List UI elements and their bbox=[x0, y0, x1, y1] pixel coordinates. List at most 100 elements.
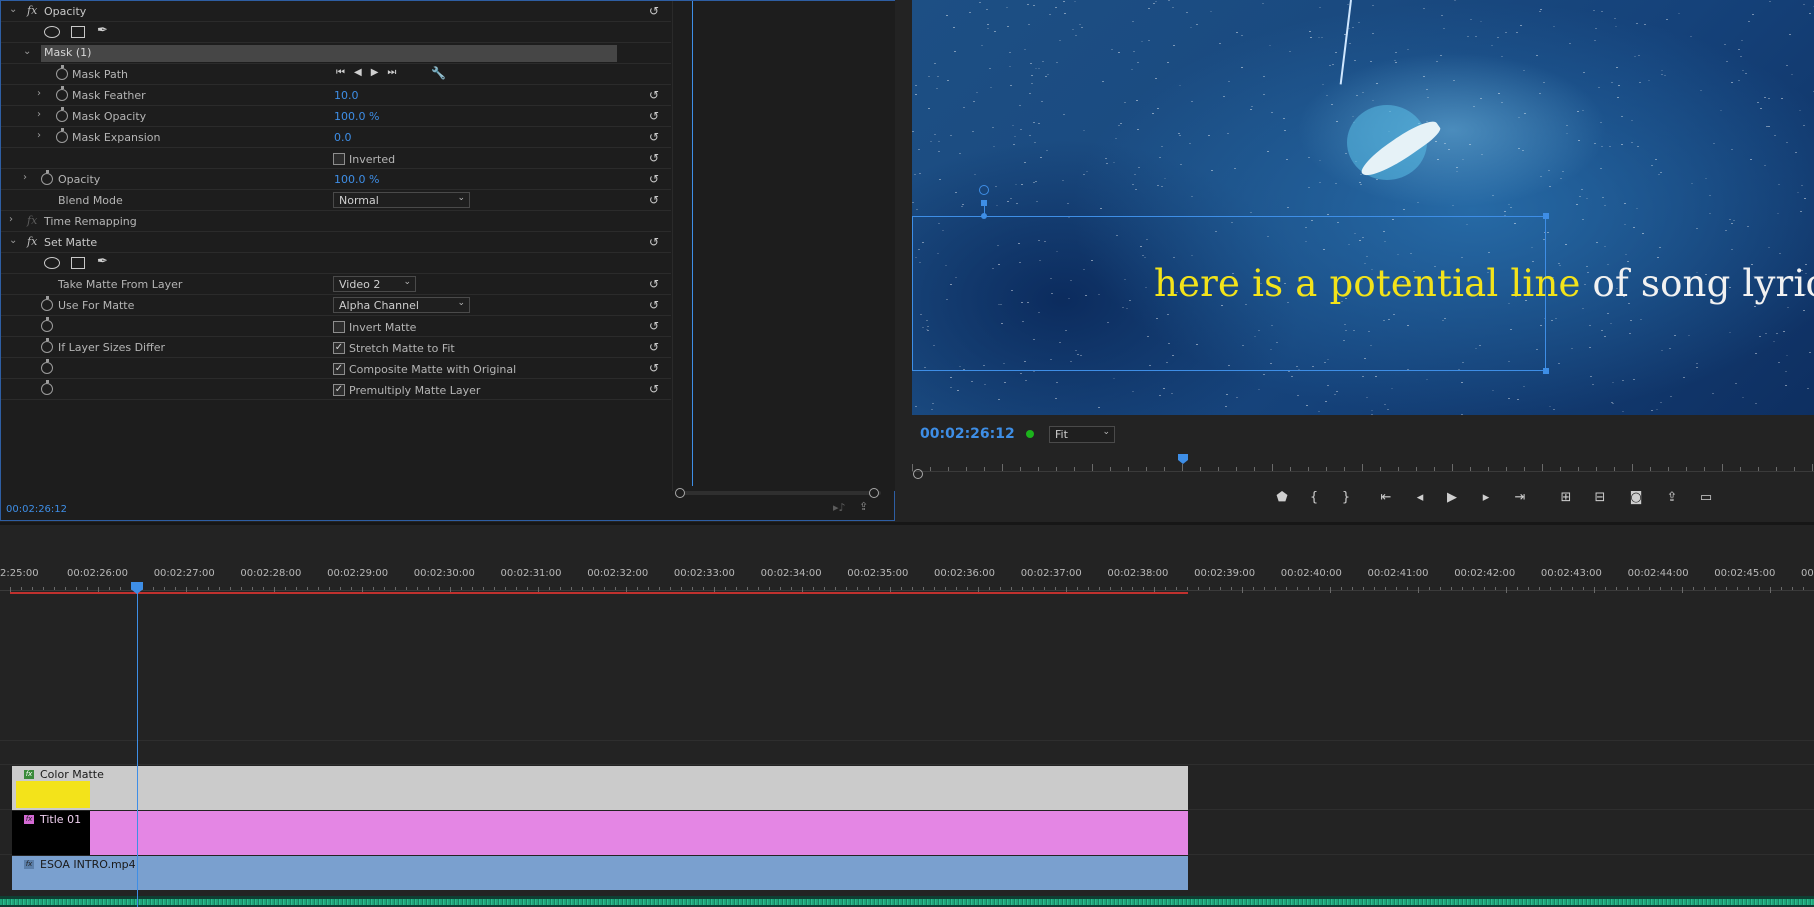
stopwatch-icon[interactable] bbox=[56, 128, 68, 143]
stopwatch-icon[interactable] bbox=[41, 170, 53, 185]
water-speck bbox=[1650, 165, 1653, 167]
mask-vertex-handle[interactable] bbox=[1543, 213, 1549, 219]
comparison-view-button[interactable]: ▭ bbox=[1696, 490, 1716, 505]
opacity-section-row[interactable]: ⌄ fx Opacity ↺ bbox=[1, 1, 671, 22]
add-marker-button[interactable]: ⬟ bbox=[1272, 490, 1292, 505]
chevron-right-icon[interactable]: › bbox=[37, 130, 41, 141]
fx-icon[interactable]: fx bbox=[27, 235, 37, 248]
opacity-value[interactable]: 100.0 % bbox=[334, 173, 379, 186]
invert-matte-checkbox[interactable] bbox=[333, 321, 345, 333]
mask-rotation-handle[interactable] bbox=[979, 185, 989, 195]
program-timecode[interactable]: 00:02:26:12 bbox=[920, 426, 1015, 442]
export-frame-button[interactable]: ⇪ bbox=[1662, 490, 1682, 505]
program-zoom-handle[interactable] bbox=[913, 469, 923, 479]
reset-icon[interactable]: ↺ bbox=[649, 4, 663, 18]
set-matte-row[interactable]: ⌄ fx Set Matte ↺ bbox=[1, 232, 671, 253]
inverted-checkbox[interactable] bbox=[333, 153, 345, 165]
reset-icon[interactable]: ↺ bbox=[649, 382, 663, 396]
mask-vertex-handle[interactable] bbox=[1543, 368, 1549, 374]
reset-icon[interactable]: ↺ bbox=[649, 109, 663, 123]
mask-name[interactable]: Mask (1) bbox=[44, 46, 91, 59]
mask-opacity-value[interactable]: 100.0 % bbox=[334, 110, 379, 123]
audio-track[interactable] bbox=[0, 896, 1814, 907]
mask-row[interactable]: ⌄ Mask (1) bbox=[1, 43, 671, 64]
rectangle-mask-icon[interactable] bbox=[71, 26, 85, 38]
reset-icon[interactable]: ↺ bbox=[649, 130, 663, 144]
scroll-handle-left[interactable] bbox=[675, 488, 685, 498]
mask-vertex-handle[interactable] bbox=[981, 200, 987, 206]
composite-matte-checkbox[interactable]: ✓ bbox=[333, 363, 345, 375]
play-button[interactable]: ▶ bbox=[1442, 490, 1462, 505]
reset-icon[interactable]: ↺ bbox=[649, 193, 663, 207]
use-for-matte-dropdown[interactable]: Alpha Channel ⌄ bbox=[333, 297, 470, 313]
chevron-right-icon[interactable]: › bbox=[37, 109, 41, 120]
play-audio-icon[interactable]: ▸♪ bbox=[833, 501, 846, 514]
mark-out-button[interactable]: } bbox=[1336, 490, 1356, 505]
lift-button[interactable]: ⊞ bbox=[1556, 490, 1576, 505]
water-speck bbox=[960, 206, 963, 208]
work-area-bar[interactable] bbox=[10, 592, 1188, 594]
mask-expansion-value[interactable]: 0.0 bbox=[334, 131, 352, 144]
export-icon[interactable]: ⇪ bbox=[859, 500, 868, 513]
scroll-handle-right[interactable] bbox=[869, 488, 879, 498]
pen-mask-icon[interactable]: ✒ bbox=[97, 23, 108, 38]
program-video-frame[interactable]: here is a potential line of song lyrics bbox=[912, 0, 1814, 415]
mask-feather-value[interactable]: 10.0 bbox=[334, 89, 359, 102]
program-ruler[interactable] bbox=[912, 460, 1814, 472]
stopwatch-icon[interactable] bbox=[41, 380, 53, 395]
stopwatch-icon[interactable] bbox=[41, 338, 53, 353]
reset-icon[interactable]: ↺ bbox=[649, 319, 663, 333]
rectangle-mask-icon[interactable] bbox=[71, 257, 85, 269]
chevron-down-icon[interactable]: ⌄ bbox=[23, 46, 31, 57]
clip-color-matte[interactable]: fx Color Matte bbox=[12, 766, 1188, 810]
time-remapping-row[interactable]: › fx Time Remapping bbox=[1, 211, 671, 232]
go-to-in-button[interactable]: ⇤ bbox=[1376, 490, 1396, 505]
chevron-down-icon[interactable]: ⌄ bbox=[9, 235, 17, 246]
reset-icon[interactable]: ↺ bbox=[649, 172, 663, 186]
take-matte-dropdown[interactable]: Video 2 ⌄ bbox=[333, 276, 416, 292]
stopwatch-icon[interactable] bbox=[41, 317, 53, 332]
water-speck bbox=[1159, 156, 1162, 158]
reset-icon[interactable]: ↺ bbox=[649, 340, 663, 354]
fx-icon[interactable]: fx bbox=[27, 4, 37, 17]
chevron-right-icon[interactable]: › bbox=[23, 172, 27, 183]
wrench-icon[interactable]: 🔧 bbox=[431, 66, 446, 80]
stopwatch-icon[interactable] bbox=[56, 65, 68, 80]
ellipse-mask-icon[interactable] bbox=[44, 26, 60, 38]
reset-icon[interactable]: ↺ bbox=[649, 277, 663, 291]
camera-icon[interactable]: ◙ bbox=[1626, 490, 1646, 505]
clip-title[interactable]: fx Title 01 bbox=[12, 811, 1188, 855]
extract-button[interactable]: ⊟ bbox=[1590, 490, 1610, 505]
pen-mask-icon[interactable]: ✒ bbox=[97, 254, 108, 269]
fit-dropdown[interactable]: Fit ⌄ bbox=[1049, 426, 1115, 443]
mark-in-button[interactable]: { bbox=[1304, 490, 1324, 505]
go-to-out-button[interactable]: ⇥ bbox=[1510, 490, 1530, 505]
reset-icon[interactable]: ↺ bbox=[649, 88, 663, 102]
reset-icon[interactable]: ↺ bbox=[649, 235, 663, 249]
stopwatch-icon[interactable] bbox=[56, 86, 68, 101]
stopwatch-icon[interactable] bbox=[56, 107, 68, 122]
lyric-text[interactable]: here is a potential line of song lyrics bbox=[1154, 262, 1814, 305]
premultiply-checkbox[interactable]: ✓ bbox=[333, 384, 345, 396]
effect-controls-timeline[interactable]: ▸♪ ⇪ bbox=[672, 1, 895, 514]
stretch-matte-checkbox[interactable]: ✓ bbox=[333, 342, 345, 354]
reset-icon[interactable]: ↺ bbox=[649, 298, 663, 312]
mask-vertex-handle[interactable] bbox=[981, 213, 987, 219]
chevron-right-icon[interactable]: › bbox=[37, 88, 41, 99]
reset-icon[interactable]: ↺ bbox=[649, 361, 663, 375]
step-forward-button[interactable]: ▸ bbox=[1476, 490, 1496, 505]
clip-video[interactable]: fx ESOA INTRO.mp4 bbox=[12, 856, 1188, 890]
water-speck bbox=[1233, 167, 1236, 169]
ellipse-mask-icon[interactable] bbox=[44, 257, 60, 269]
chevron-down-icon[interactable]: ⌄ bbox=[9, 4, 17, 15]
water-speck bbox=[1668, 348, 1671, 350]
chevron-right-icon[interactable]: › bbox=[9, 214, 13, 225]
stopwatch-icon[interactable] bbox=[41, 359, 53, 374]
stopwatch-icon[interactable] bbox=[41, 296, 53, 311]
step-back-button[interactable]: ◂ bbox=[1410, 490, 1430, 505]
blend-mode-dropdown[interactable]: Normal ⌄ bbox=[333, 192, 470, 208]
reset-icon[interactable]: ↺ bbox=[649, 151, 663, 165]
zoom-scrollbar[interactable] bbox=[679, 491, 881, 495]
effect-controls-timecode[interactable]: 00:02:26:12 bbox=[6, 504, 67, 515]
mask-path-track-controls[interactable]: ⏮◀▶⏭ bbox=[336, 67, 405, 78]
